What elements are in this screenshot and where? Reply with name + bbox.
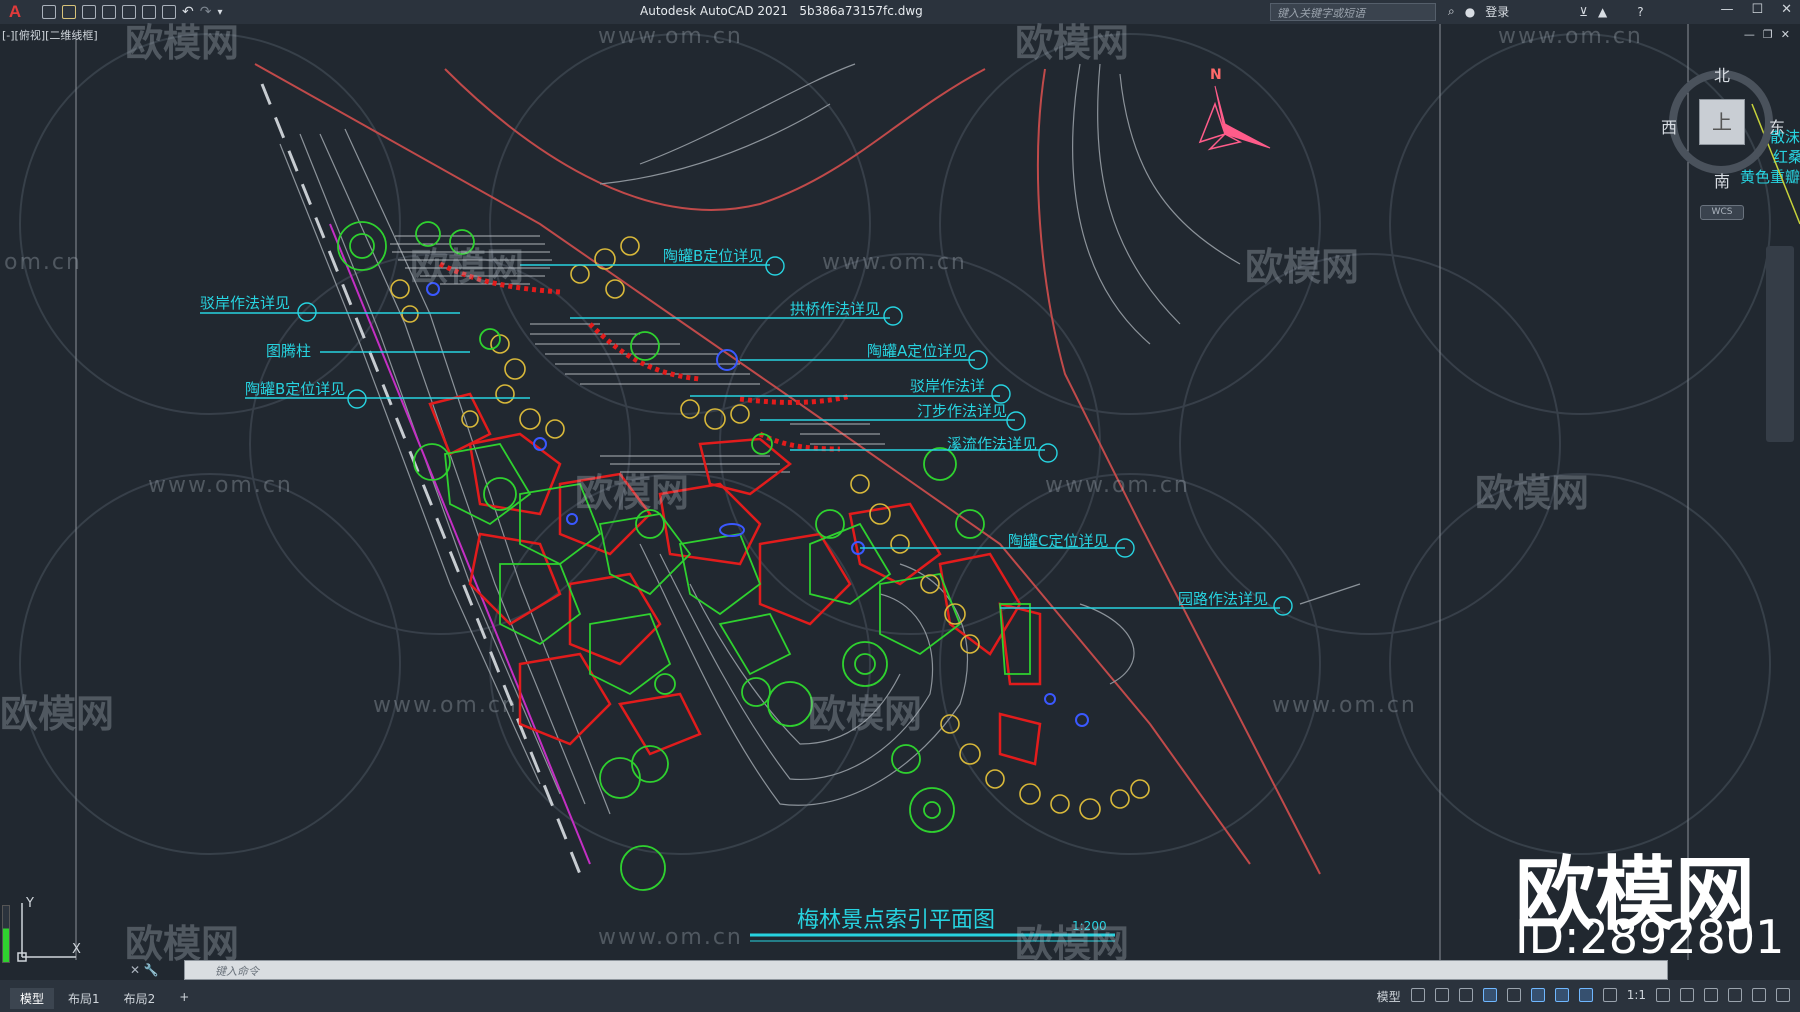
compass-south[interactable]: 南	[1714, 168, 1730, 192]
callout-label: 园路作法详见	[1178, 590, 1268, 608]
title-right-tools: ⌕ ● 登录 ⊻ ▲ ?	[1448, 3, 1644, 20]
doc-restore-icon[interactable]: ❐	[1763, 28, 1773, 41]
search-input[interactable]: 键入关键字或短语	[1270, 3, 1436, 21]
command-line-tools: ✕ 🔧	[130, 963, 159, 977]
autocad-logo-icon[interactable]: A	[4, 2, 26, 22]
callout-label: 驳岸作法详	[910, 377, 985, 395]
annotation-visibility-icon[interactable]	[1578, 988, 1593, 1002]
save-as-icon[interactable]	[102, 5, 116, 19]
add-layout-button[interactable]: +	[169, 988, 199, 1009]
plus-icon[interactable]	[1680, 988, 1694, 1002]
export-icon[interactable]	[122, 5, 136, 19]
login-button[interactable]: 登录	[1485, 3, 1509, 20]
callout-label: 溪流作法详见	[947, 435, 1037, 453]
close-icon[interactable]: ✕	[1781, 2, 1792, 17]
tab-layout2[interactable]: 布局2	[114, 988, 166, 1009]
hardware-acceleration-icon[interactable]	[1728, 988, 1742, 1002]
app-name: Autodesk AutoCAD 2021	[640, 4, 788, 18]
svg-text:红桑: 红桑	[1773, 148, 1800, 166]
callout-label: 陶罐B定位详见	[663, 247, 763, 265]
drawing-canvas[interactable]: 陶罐B定位详见 驳岸作法详见 拱桥作法详见 图腾柱 陶罐A定位详见 陶罐B定位详…	[0, 24, 1800, 960]
callout-label: 陶罐B定位详见	[245, 380, 345, 398]
svg-text:N: N	[1210, 67, 1222, 83]
publish-icon[interactable]	[142, 5, 156, 19]
water-hatch	[390, 235, 885, 473]
tab-model[interactable]: 模型	[10, 988, 55, 1009]
isodraft-icon[interactable]	[1506, 988, 1521, 1002]
cart-icon[interactable]: ⊻	[1579, 5, 1588, 19]
command-settings-icon[interactable]: 🔧	[144, 963, 159, 977]
clean-screen-icon[interactable]	[1752, 988, 1766, 1002]
open-folder-icon[interactable]	[62, 5, 76, 19]
viewport-controls[interactable]: [-][俯视][二维线框]	[2, 27, 98, 43]
customization-menu-icon[interactable]	[1776, 988, 1790, 1002]
snap-icon[interactable]	[1434, 988, 1449, 1002]
tab-layout1[interactable]: 布局1	[58, 988, 110, 1009]
watermark-id: ID:2892801	[1515, 910, 1785, 964]
watermark-circles	[19, 33, 1771, 855]
layout-tabs: 模型 布局1 布局2 +	[10, 988, 199, 1009]
workspace-gear-icon[interactable]	[1656, 988, 1670, 1002]
svg-text:Y: Y	[25, 896, 34, 911]
doc-minimize-icon[interactable]: —	[1744, 28, 1755, 41]
customize-dropdown-icon[interactable]: ▾	[217, 7, 222, 18]
maximize-icon[interactable]: ☐	[1751, 2, 1763, 17]
viewcube[interactable]: 上 北 南 西 东	[1661, 62, 1785, 191]
navigation-bar[interactable]	[1766, 246, 1794, 442]
print-icon[interactable]	[162, 5, 176, 19]
isolate-objects-icon[interactable]	[1704, 988, 1718, 1002]
rock-outlines-green	[444, 443, 1031, 696]
status-bar: 模型 布局1 布局2 + 模型 1:1	[0, 980, 1800, 1012]
auto-scale-icon[interactable]	[1602, 988, 1617, 1002]
document-window-controls: — ❐ ✕	[1744, 28, 1790, 41]
window-controls: — ☐ ✕	[1720, 2, 1792, 17]
user-icon[interactable]: ●	[1465, 5, 1475, 19]
viewcube-top-face[interactable]: 上	[1699, 99, 1745, 145]
ucs-icon: Y X	[17, 896, 81, 962]
quick-access-toolbar: ↶ ↷ ▾	[42, 4, 223, 20]
title-bar: A ↶ ↷ ▾ Autodesk AutoCAD 2021 5b386a7315…	[0, 0, 1800, 24]
callout-labels: 陶罐B定位详见 驳岸作法详见 拱桥作法详见 图腾柱 陶罐A定位详见 陶罐B定位详…	[200, 247, 1268, 608]
undo-icon[interactable]: ↶	[182, 4, 194, 20]
callout-label: 驳岸作法详见	[200, 294, 290, 312]
green-scale-bar	[2, 905, 10, 963]
callout-label: 陶罐C定位详见	[1008, 532, 1108, 550]
a360-icon[interactable]: ▲	[1598, 5, 1607, 19]
svg-text:X: X	[72, 942, 81, 957]
stepping-stones-yellow	[390, 236, 1150, 820]
redo-icon[interactable]: ↷	[200, 4, 212, 20]
north-arrow-icon: N	[1198, 67, 1271, 151]
callout-label: 拱桥作法详见	[790, 300, 880, 318]
callout-label: 汀步作法详见	[917, 402, 1007, 420]
wcs-menu[interactable]: WCS	[1700, 205, 1744, 220]
command-close-icon[interactable]: ✕	[130, 963, 140, 977]
compass-north[interactable]: 北	[1714, 62, 1730, 86]
polar-tracking-icon[interactable]	[1482, 988, 1497, 1002]
window-title: Autodesk AutoCAD 2021 5b386a73157fc.dwg	[640, 4, 923, 18]
object-snap-icon[interactable]	[1554, 988, 1569, 1002]
file-name: 5b386a73157fc.dwg	[799, 4, 923, 18]
help-icon[interactable]: ?	[1637, 5, 1643, 19]
status-toggles: 模型 1:1	[1377, 988, 1790, 1005]
save-icon[interactable]	[82, 5, 96, 19]
drawing-scale: 1:200	[1072, 919, 1107, 933]
object-snap-tracking-icon[interactable]	[1530, 988, 1545, 1002]
callout-label: 陶罐A定位详见	[867, 342, 967, 360]
annotation-scale[interactable]: 1:1	[1627, 988, 1646, 1005]
model-space-button[interactable]: 模型	[1377, 988, 1401, 1005]
grid-icon[interactable]	[1410, 988, 1425, 1002]
road-edge-dashed	[260, 83, 582, 875]
callout-leaders	[200, 256, 1293, 616]
compass-west[interactable]: 西	[1661, 114, 1677, 138]
compass-east[interactable]: 东	[1769, 114, 1785, 138]
search-icon[interactable]: ⌕	[1448, 4, 1455, 19]
drawing-title: 梅林景点索引平面图	[797, 908, 995, 933]
ortho-icon[interactable]	[1458, 988, 1473, 1002]
doc-close-icon[interactable]: ✕	[1781, 28, 1790, 41]
command-input[interactable]: 键入命令	[184, 960, 1668, 980]
callout-label: 图腾柱	[266, 342, 311, 360]
new-file-icon[interactable]	[42, 5, 56, 19]
minimize-icon[interactable]: —	[1720, 2, 1733, 17]
